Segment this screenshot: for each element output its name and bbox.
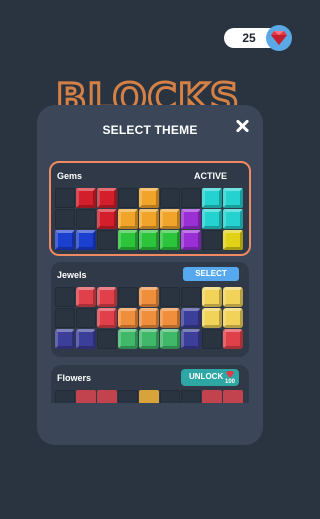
block-cell bbox=[118, 308, 138, 328]
empty-cell bbox=[118, 188, 138, 208]
close-icon[interactable] bbox=[235, 119, 249, 133]
theme-name: Jewels bbox=[57, 270, 87, 280]
block-cell bbox=[223, 329, 243, 349]
block-cell bbox=[97, 188, 117, 208]
unlock-price: 100 bbox=[225, 371, 235, 385]
theme-card-jewels[interactable]: Jewels SELECT bbox=[51, 262, 249, 357]
empty-cell bbox=[55, 390, 75, 403]
empty-cell bbox=[76, 209, 96, 229]
block-cell bbox=[181, 230, 201, 250]
empty-cell bbox=[97, 230, 117, 250]
theme-card-gems[interactable]: Gems ACTIVE bbox=[49, 161, 251, 256]
theme-name: Gems bbox=[57, 171, 83, 181]
empty-cell bbox=[55, 209, 75, 229]
block-cell bbox=[97, 287, 117, 307]
block-cell bbox=[223, 287, 243, 307]
unlock-button[interactable]: UNLOCK 100 bbox=[181, 369, 239, 386]
block-cell bbox=[202, 188, 222, 208]
block-cell bbox=[139, 329, 159, 349]
block-cell bbox=[97, 308, 117, 328]
block-cell bbox=[202, 209, 222, 229]
block-cell bbox=[181, 308, 201, 328]
active-badge: ACTIVE bbox=[193, 171, 227, 181]
block-cell bbox=[223, 390, 243, 403]
theme-preview-grid bbox=[55, 390, 243, 403]
gem-counter[interactable]: 25 bbox=[224, 25, 292, 51]
gem-icon bbox=[266, 25, 292, 51]
empty-cell bbox=[181, 287, 201, 307]
block-cell bbox=[160, 308, 180, 328]
block-cell bbox=[160, 209, 180, 229]
empty-cell bbox=[160, 188, 180, 208]
theme-list[interactable]: Gems ACTIVE Jewels SELECT Flowers UNLOCK… bbox=[37, 157, 263, 403]
block-cell bbox=[160, 230, 180, 250]
empty-cell bbox=[55, 287, 75, 307]
block-cell bbox=[139, 230, 159, 250]
block-cell bbox=[181, 209, 201, 229]
empty-cell bbox=[97, 329, 117, 349]
gem-icon bbox=[225, 371, 234, 378]
block-cell bbox=[118, 230, 138, 250]
select-button[interactable]: SELECT bbox=[183, 267, 239, 281]
empty-cell bbox=[202, 230, 222, 250]
theme-preview-grid bbox=[55, 188, 243, 250]
empty-cell bbox=[76, 308, 96, 328]
empty-cell bbox=[118, 390, 138, 403]
block-cell bbox=[76, 287, 96, 307]
block-cell bbox=[55, 230, 75, 250]
dialog-title: SELECT THEME bbox=[102, 123, 198, 137]
block-cell bbox=[139, 209, 159, 229]
theme-name: Flowers bbox=[57, 373, 92, 383]
block-cell bbox=[223, 209, 243, 229]
block-cell bbox=[223, 308, 243, 328]
block-cell bbox=[160, 329, 180, 349]
theme-preview-grid bbox=[55, 287, 243, 349]
block-cell bbox=[97, 390, 117, 403]
block-cell bbox=[139, 287, 159, 307]
block-cell bbox=[181, 329, 201, 349]
block-cell bbox=[223, 188, 243, 208]
empty-cell bbox=[160, 390, 180, 403]
block-cell bbox=[76, 390, 96, 403]
empty-cell bbox=[118, 287, 138, 307]
block-cell bbox=[202, 308, 222, 328]
empty-cell bbox=[181, 188, 201, 208]
block-cell bbox=[139, 188, 159, 208]
block-cell bbox=[223, 230, 243, 250]
block-cell bbox=[76, 230, 96, 250]
block-cell bbox=[76, 188, 96, 208]
theme-card-flowers[interactable]: Flowers UNLOCK 100 bbox=[51, 365, 249, 403]
block-cell bbox=[118, 209, 138, 229]
select-theme-dialog: SELECT THEME Gems ACTIVE Jewels SELECT F… bbox=[37, 105, 263, 445]
block-cell bbox=[76, 329, 96, 349]
empty-cell bbox=[181, 390, 201, 403]
block-cell bbox=[97, 209, 117, 229]
gem-count: 25 bbox=[242, 31, 256, 45]
empty-cell bbox=[55, 188, 75, 208]
empty-cell bbox=[55, 308, 75, 328]
block-cell bbox=[55, 329, 75, 349]
price-value: 100 bbox=[224, 379, 235, 385]
empty-cell bbox=[160, 287, 180, 307]
block-cell bbox=[202, 287, 222, 307]
block-cell bbox=[118, 329, 138, 349]
unlock-label: UNLOCK bbox=[189, 372, 224, 381]
block-cell bbox=[202, 390, 222, 403]
block-cell bbox=[139, 308, 159, 328]
block-cell bbox=[139, 390, 159, 403]
empty-cell bbox=[202, 329, 222, 349]
